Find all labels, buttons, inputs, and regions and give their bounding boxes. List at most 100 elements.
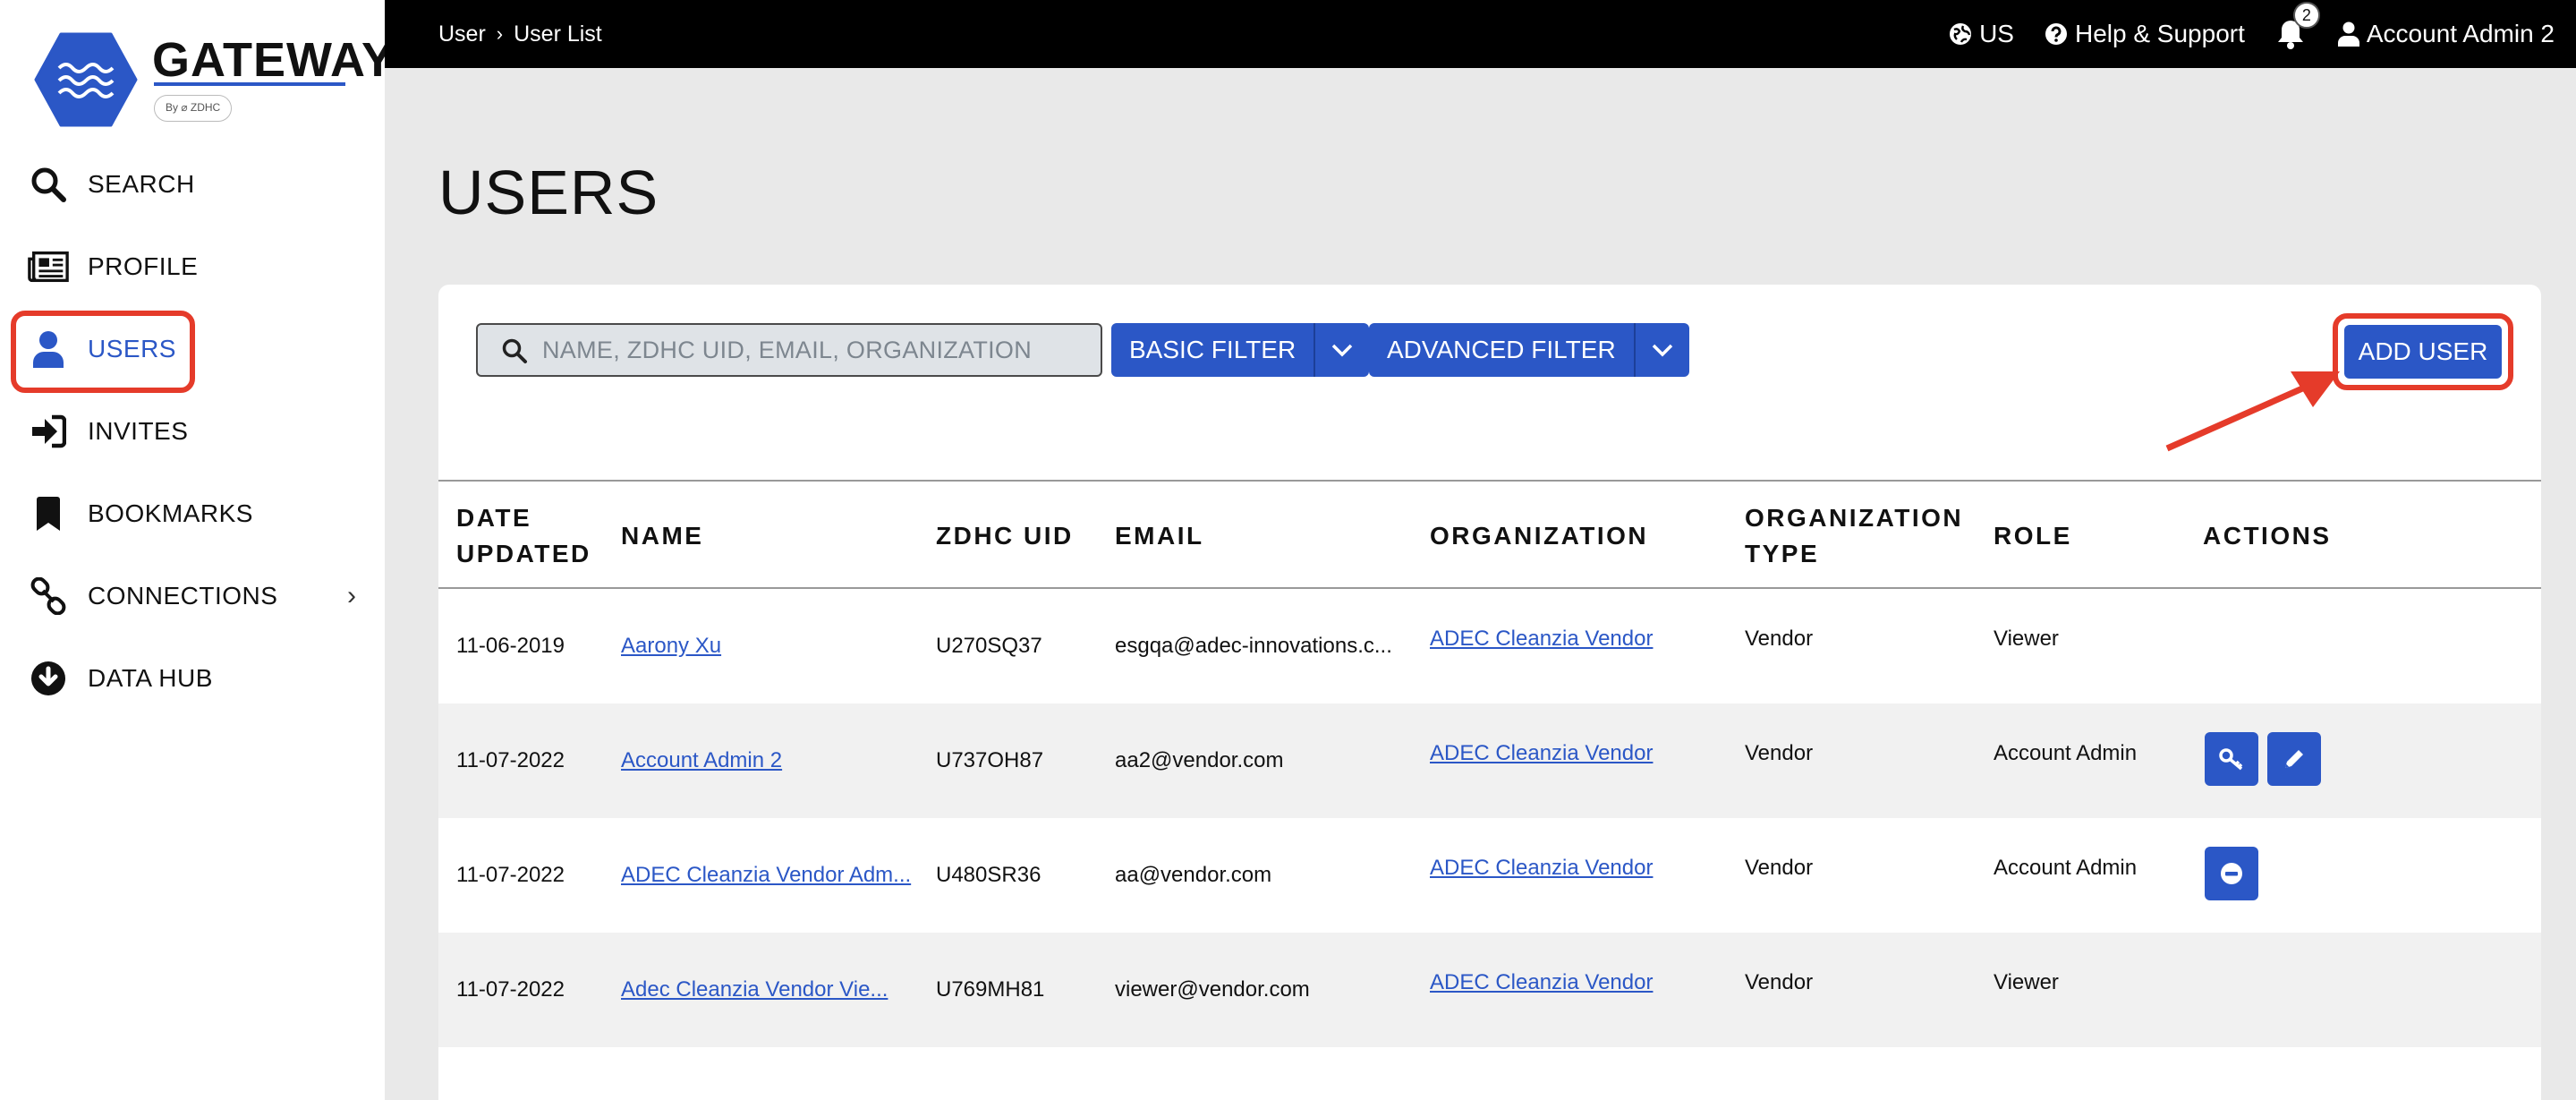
column-organization-type[interactable]: ORGANIZATION TYPE	[1745, 482, 1963, 591]
sidebar-item-label: BOOKMARKS	[88, 499, 253, 527]
cell-uid: U480SR36	[936, 863, 1041, 887]
table-row: 11-07-2022 Account Admin 2 U737OH87 aa2@…	[438, 703, 2541, 818]
sidebar-item-label: SEARCH	[88, 170, 195, 198]
cell-email: aa@vendor.com	[1115, 863, 1272, 887]
column-actions: ACTIONS	[2203, 522, 2332, 550]
search-placeholder: NAME, ZDHC UID, EMAIL, ORGANIZATION	[542, 336, 1033, 363]
advanced-filter-dropdown[interactable]	[1633, 323, 1689, 377]
sidebar-item-profile[interactable]: PROFILE	[0, 226, 385, 308]
cell-uid: U769MH81	[936, 977, 1045, 1002]
sidebar-item-bookmarks[interactable]: BOOKMARKS	[0, 473, 385, 555]
edit-user-button[interactable]	[2267, 732, 2321, 786]
minus-circle-icon	[2221, 863, 2242, 884]
sidebar-item-data-hub[interactable]: DATA HUB	[0, 637, 385, 720]
search-icon	[27, 163, 70, 206]
help-support-link[interactable]: Help & Support	[2045, 20, 2245, 48]
key-icon	[2219, 748, 2243, 771]
search-input[interactable]: NAME, ZDHC UID, EMAIL, ORGANIZATION	[476, 323, 1102, 377]
reset-password-button[interactable]	[2205, 732, 2258, 786]
notifications-button[interactable]: 2	[2275, 2, 2320, 50]
advanced-filter-button[interactable]: ADVANCED FILTER	[1369, 323, 1634, 377]
sidebar-item-connections[interactable]: CONNECTIONS ›	[0, 555, 385, 637]
column-email[interactable]: EMAIL	[1115, 482, 1204, 591]
sidebar-item-search[interactable]: SEARCH	[0, 143, 385, 226]
sidebar-item-invites[interactable]: INVITES	[0, 390, 385, 473]
sidebar: GATEWAY By ⌀ ZDHC SEARCH PROFILE USERS I…	[0, 0, 394, 1100]
breadcrumb-user[interactable]: User	[438, 21, 486, 47]
advanced-filter-group: ADVANCED FILTER	[1369, 323, 1689, 377]
header-text: UPDATED	[456, 540, 591, 567]
cell-uid: U270SQ37	[936, 634, 1042, 658]
top-right-menu: US Help & Support 2 Account Admin 2	[1949, 0, 2555, 68]
help-label: Help & Support	[2074, 20, 2245, 47]
pencil-icon	[2285, 750, 2303, 768]
cell-date: 11-07-2022	[456, 863, 565, 887]
breadcrumb: User › User List	[438, 0, 602, 68]
chevron-down-icon	[1331, 344, 1353, 357]
sidebar-item-label: DATA HUB	[88, 664, 213, 692]
basic-filter-button[interactable]: BASIC FILTER	[1111, 323, 1314, 377]
sidebar-item-label: CONNECTIONS	[88, 582, 278, 610]
cell-organization-link[interactable]: ADEC Cleanzia Vendor	[1430, 811, 1653, 925]
account-name: Account Admin 2	[2366, 20, 2555, 47]
table-header: DATE UPDATED NAME ZDHC UID EMAIL ORGANIZA…	[438, 480, 2541, 589]
logo-hexagon-icon	[34, 32, 138, 127]
cell-email: aa2@vendor.com	[1115, 748, 1284, 772]
cell-organization-link[interactable]: ADEC Cleanzia Vendor	[1430, 696, 1653, 811]
table-row: 11-07-2022 ADEC Cleanzia Vendor Adm... U…	[438, 818, 2541, 933]
bookmark-icon	[27, 492, 70, 535]
gateway-logo[interactable]: GATEWAY By ⌀ ZDHC	[34, 32, 394, 131]
cell-name-link[interactable]: ADEC Cleanzia Vendor Adm...	[621, 818, 911, 933]
cell-date: 11-07-2022	[456, 977, 565, 1002]
account-menu[interactable]: Account Admin 2	[2337, 20, 2555, 48]
search-icon	[502, 338, 527, 363]
column-role[interactable]: ROLE	[1994, 482, 2072, 591]
cell-email: esgqa@adec-innovations.c...	[1115, 634, 1392, 658]
cell-email: viewer@vendor.com	[1115, 977, 1310, 1002]
basic-filter-dropdown[interactable]	[1314, 323, 1370, 377]
language-label: US	[1979, 20, 2014, 47]
table-row: 11-06-2019 Aarony Xu U270SQ37 esgqa@adec…	[438, 589, 2541, 703]
download-circle-icon	[27, 657, 70, 700]
cell-date: 11-07-2022	[456, 748, 565, 772]
cell-name-link[interactable]: Account Admin 2	[621, 703, 782, 818]
annotation-arrow	[2165, 371, 2340, 452]
header-text: DATE	[456, 504, 532, 532]
breadcrumb-separator: ›	[496, 22, 504, 45]
user-icon	[2337, 21, 2359, 47]
breadcrumb-user-list: User List	[514, 21, 602, 47]
logo-byline: By ⌀ ZDHC	[154, 95, 233, 122]
top-bar: User › User List US Help & Support 2 Acc…	[385, 0, 2576, 68]
chevron-right-icon[interactable]: ›	[347, 581, 356, 611]
sign-in-icon	[27, 410, 70, 453]
cell-name-link[interactable]: Aarony Xu	[621, 589, 721, 703]
column-name[interactable]: NAME	[621, 482, 703, 591]
language-selector[interactable]: US	[1949, 20, 2014, 48]
cell-org-type: Vendor	[1745, 741, 1814, 765]
link-icon	[27, 575, 70, 618]
cell-org-type: Vendor	[1745, 627, 1814, 651]
column-organization[interactable]: ORGANIZATION	[1430, 482, 1648, 591]
globe-icon	[1950, 23, 1972, 45]
cell-role: Viewer	[1994, 970, 2059, 994]
chevron-down-icon	[1652, 344, 1672, 357]
cell-role: Viewer	[1994, 627, 2059, 651]
cell-org-type: Vendor	[1745, 856, 1814, 880]
remove-user-button[interactable]	[2205, 847, 2258, 900]
question-circle-icon	[2045, 23, 2067, 45]
table-row: 11-07-2022 Adec Cleanzia Vendor Vie... U…	[438, 933, 2541, 1047]
cell-role: Account Admin	[1994, 856, 2138, 880]
page-title: USERS	[438, 158, 659, 227]
add-user-button[interactable]: ADD USER	[2344, 325, 2502, 379]
cell-name-link[interactable]: Adec Cleanzia Vendor Vie...	[621, 933, 888, 1047]
users-card: NAME, ZDHC UID, EMAIL, ORGANIZATION BASI…	[438, 285, 2541, 1100]
logo-wordmark: GATEWAY	[152, 33, 395, 87]
sidebar-item-label: PROFILE	[88, 252, 199, 280]
column-zdhc-uid[interactable]: ZDHC UID	[936, 482, 1074, 591]
column-date-updated[interactable]: DATE UPDATED	[456, 482, 591, 591]
cell-organization-link[interactable]: ADEC Cleanzia Vendor	[1430, 925, 1653, 1040]
cell-organization-link[interactable]: ADEC Cleanzia Vendor	[1430, 582, 1653, 696]
cell-org-type: Vendor	[1745, 970, 1814, 994]
cell-uid: U737OH87	[936, 748, 1044, 772]
sidebar-item-label: INVITES	[88, 417, 189, 445]
